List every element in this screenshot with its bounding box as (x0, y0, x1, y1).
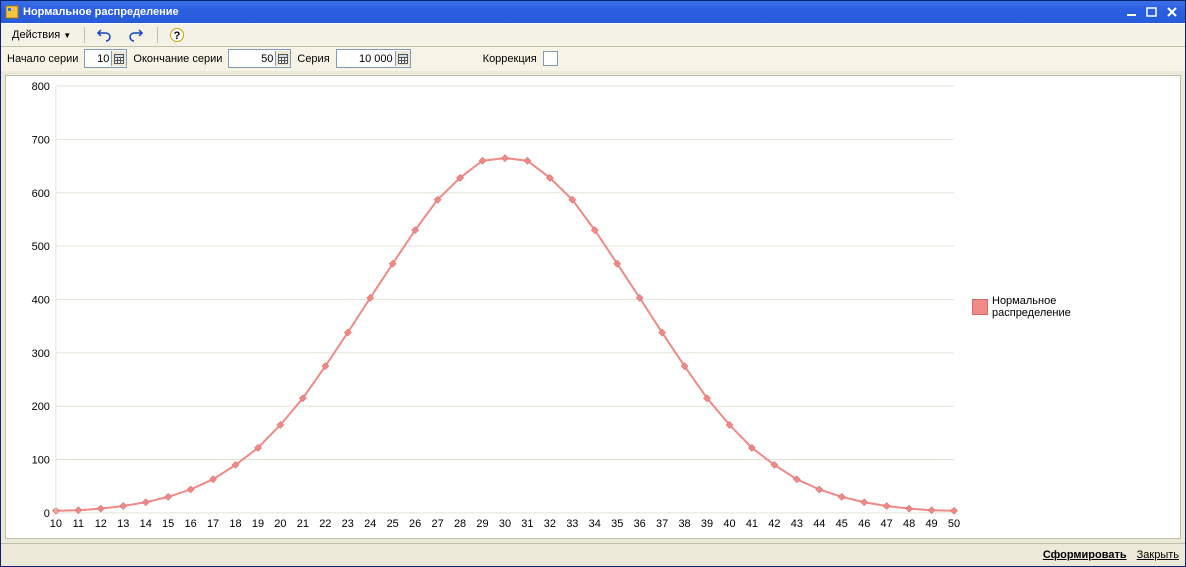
end-stepper[interactable] (228, 49, 291, 68)
series-label: Серия (297, 53, 329, 65)
minimize-button[interactable] (1123, 4, 1141, 20)
svg-text:28: 28 (454, 518, 466, 530)
window-title: Нормальное распределение (23, 6, 1121, 18)
svg-text:29: 29 (476, 518, 488, 530)
series-stepper[interactable] (336, 49, 411, 68)
svg-text:21: 21 (297, 518, 309, 530)
svg-text:27: 27 (431, 518, 443, 530)
calculator-icon[interactable] (111, 51, 126, 66)
svg-text:300: 300 (32, 348, 50, 360)
svg-text:700: 700 (32, 134, 50, 146)
svg-text:23: 23 (342, 518, 354, 530)
start-label: Начало серии (7, 53, 78, 65)
svg-text:42: 42 (768, 518, 780, 530)
end-label: Окончание серии (133, 53, 222, 65)
svg-text:15: 15 (162, 518, 174, 530)
svg-text:17: 17 (207, 518, 219, 530)
svg-text:48: 48 (903, 518, 915, 530)
correction-label: Коррекция (483, 53, 537, 65)
svg-text:38: 38 (678, 518, 690, 530)
svg-text:36: 36 (634, 518, 646, 530)
actions-label: Действия (12, 29, 60, 41)
svg-text:45: 45 (836, 518, 848, 530)
svg-text:31: 31 (521, 518, 533, 530)
svg-text:14: 14 (140, 518, 152, 530)
close-link[interactable]: Закрыть (1137, 549, 1179, 561)
svg-text:19: 19 (252, 518, 264, 530)
calculator-icon[interactable] (395, 51, 410, 66)
chart-area: 0100200300400500600700800101112131415161… (5, 75, 1181, 539)
maximize-button[interactable] (1143, 4, 1161, 20)
svg-text:100: 100 (32, 455, 50, 467)
svg-text:40: 40 (723, 518, 735, 530)
svg-text:24: 24 (364, 518, 376, 530)
legend-swatch (972, 299, 988, 315)
undo-button[interactable] (89, 24, 119, 46)
svg-text:16: 16 (185, 518, 197, 530)
svg-text:26: 26 (409, 518, 421, 530)
legend-label: Нормальное распределение (992, 295, 1071, 319)
end-input[interactable] (229, 51, 275, 66)
chevron-down-icon: ▼ (63, 31, 71, 40)
svg-text:41: 41 (746, 518, 758, 530)
titlebar: Нормальное распределение (1, 1, 1185, 23)
start-stepper[interactable] (84, 49, 127, 68)
undo-icon (96, 27, 112, 43)
svg-text:13: 13 (117, 518, 129, 530)
svg-text:11: 11 (73, 518, 84, 530)
start-input[interactable] (85, 51, 111, 66)
app-icon (5, 5, 19, 19)
separator (157, 27, 158, 43)
svg-text:10: 10 (50, 518, 62, 530)
svg-text:44: 44 (813, 518, 825, 530)
svg-text:46: 46 (858, 518, 870, 530)
calculator-icon[interactable] (275, 51, 290, 66)
window: Нормальное распределение Действия ▼ ? На… (0, 0, 1186, 567)
help-button[interactable]: ? (162, 24, 192, 46)
svg-text:35: 35 (611, 518, 623, 530)
svg-text:30: 30 (499, 518, 511, 530)
svg-text:32: 32 (544, 518, 556, 530)
series-input[interactable] (337, 51, 395, 66)
svg-text:50: 50 (948, 518, 960, 530)
svg-text:800: 800 (32, 81, 50, 93)
svg-text:20: 20 (274, 518, 286, 530)
help-icon: ? (169, 27, 185, 43)
svg-text:49: 49 (925, 518, 937, 530)
legend: Нормальное распределение (964, 76, 1180, 538)
toolbar: Действия ▼ ? (1, 23, 1185, 47)
redo-button[interactable] (121, 24, 151, 46)
separator (84, 27, 85, 43)
svg-text:600: 600 (32, 188, 50, 200)
svg-text:39: 39 (701, 518, 713, 530)
svg-text:?: ? (174, 30, 181, 42)
footer: Сформировать Закрыть (1, 543, 1185, 566)
svg-text:22: 22 (319, 518, 331, 530)
params-bar: Начало серии Окончание серии Серия Корре… (1, 47, 1185, 71)
svg-text:33: 33 (566, 518, 578, 530)
svg-text:400: 400 (32, 294, 50, 306)
svg-text:200: 200 (32, 401, 50, 413)
svg-text:34: 34 (589, 518, 601, 530)
actions-menu-button[interactable]: Действия ▼ (5, 24, 78, 46)
svg-text:47: 47 (881, 518, 893, 530)
redo-icon (128, 27, 144, 43)
correction-checkbox[interactable] (543, 51, 558, 66)
svg-text:12: 12 (95, 518, 107, 530)
svg-text:43: 43 (791, 518, 803, 530)
svg-text:25: 25 (387, 518, 399, 530)
svg-text:37: 37 (656, 518, 668, 530)
close-button[interactable] (1163, 4, 1181, 20)
svg-text:500: 500 (32, 241, 50, 253)
svg-text:18: 18 (229, 518, 241, 530)
chart: 0100200300400500600700800101112131415161… (6, 76, 964, 538)
generate-button[interactable]: Сформировать (1043, 549, 1127, 561)
